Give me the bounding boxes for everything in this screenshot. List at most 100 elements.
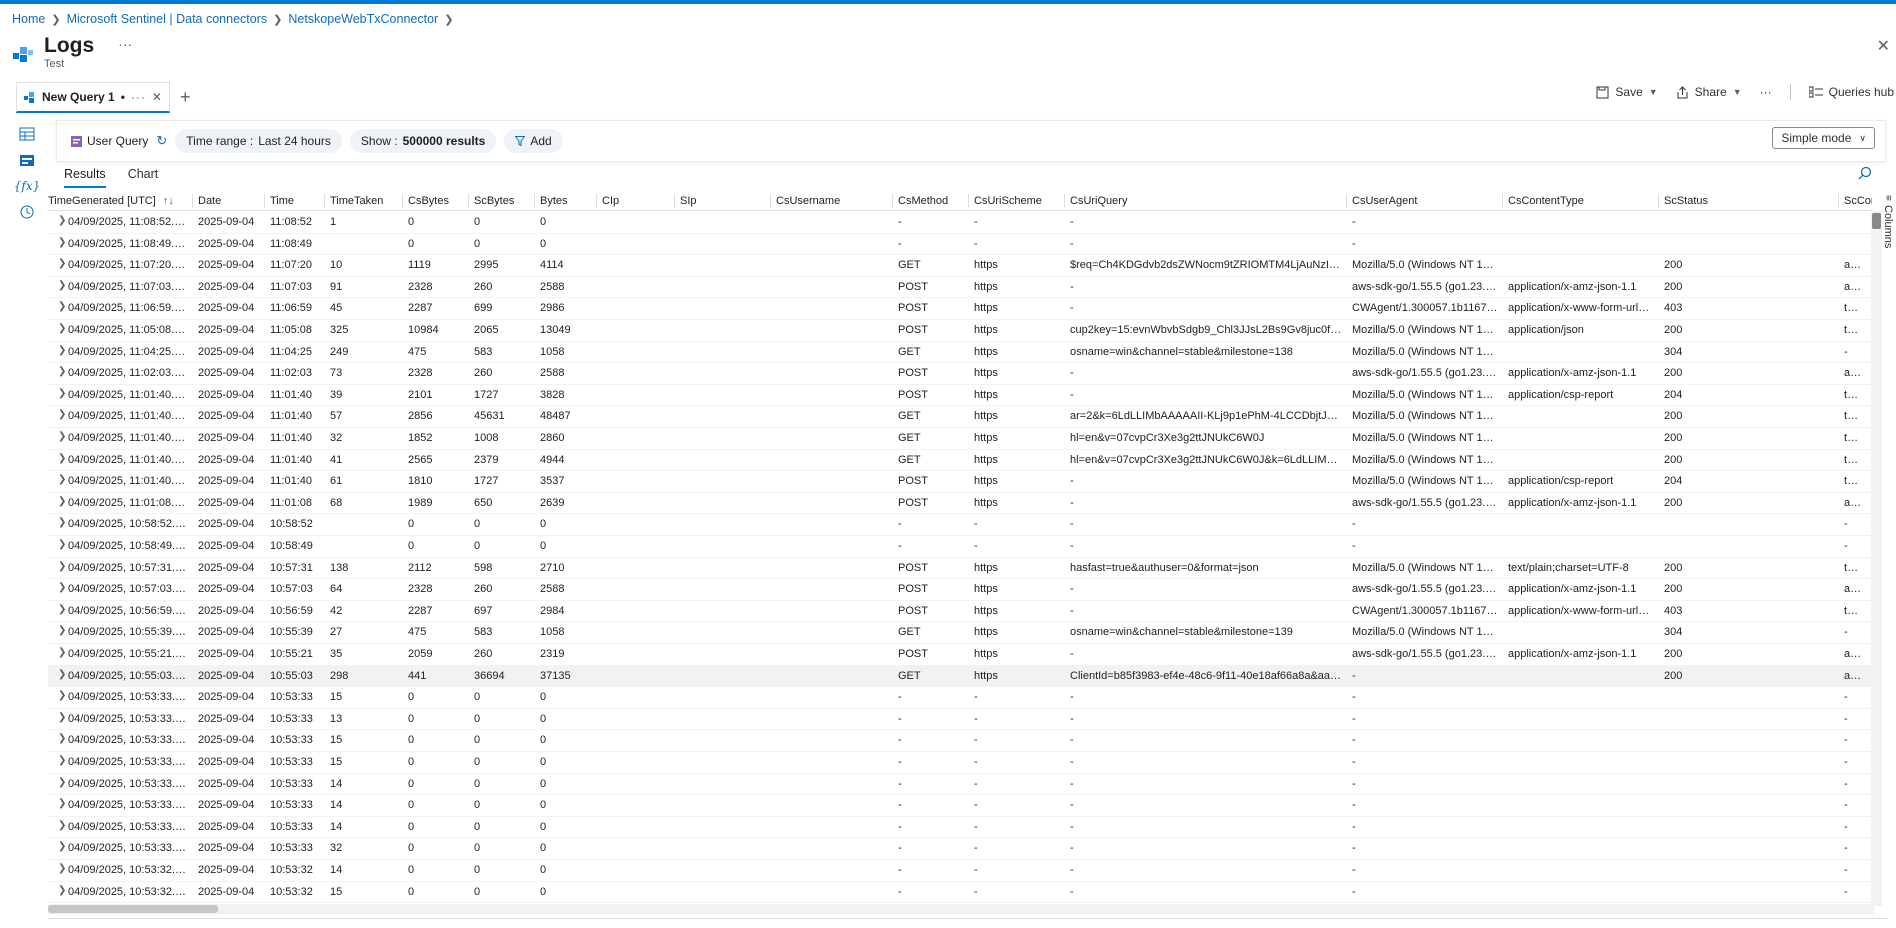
column-separator[interactable] — [770, 194, 771, 208]
expand-row-icon[interactable]: ❯ — [58, 712, 66, 723]
table-row[interactable]: ❯ 04/09/2025, 11:02:03.000 2025-09-04 11:02… — [48, 362, 1872, 385]
table-row[interactable]: ❯ 04/09/2025, 11:01:40.000 2025-09-04 11:01… — [48, 470, 1872, 493]
expand-row-icon[interactable]: ❯ — [58, 409, 66, 420]
column-header[interactable]: CsMethod — [898, 195, 948, 207]
mode-dropdown[interactable]: Simple mode ∨ — [1772, 127, 1875, 149]
expand-row-icon[interactable]: ❯ — [58, 647, 66, 658]
expand-row-icon[interactable]: ❯ — [58, 345, 66, 356]
expand-row-icon[interactable]: ❯ — [58, 496, 66, 507]
tables-icon[interactable] — [18, 126, 36, 142]
expand-row-icon[interactable]: ❯ — [58, 301, 66, 312]
horizontal-scrollbar[interactable] — [48, 904, 1874, 914]
expand-row-icon[interactable]: ❯ — [58, 280, 66, 291]
table-row[interactable]: ❯ 04/09/2025, 10:58:52.000 2025-09-04 10:58… — [48, 513, 1872, 536]
tab-chart[interactable]: Chart — [128, 167, 159, 188]
column-header[interactable]: Bytes — [540, 195, 568, 207]
table-row[interactable]: ❯ 04/09/2025, 10:53:33.000 2025-09-04 10:53… — [48, 816, 1872, 839]
column-header[interactable]: Date — [198, 195, 221, 207]
column-header[interactable]: CsUserAgent — [1352, 195, 1417, 207]
table-row[interactable]: ❯ 04/09/2025, 11:01:40.000 2025-09-04 11:01… — [48, 427, 1872, 450]
page-more-button[interactable]: ··· — [118, 36, 132, 52]
table-row[interactable]: ❯ 04/09/2025, 11:01:40.000 2025-09-04 11:01… — [48, 384, 1872, 407]
expand-row-icon[interactable]: ❯ — [58, 258, 66, 269]
table-row[interactable]: ❯ 04/09/2025, 11:06:59.000 2025-09-04 11:06… — [48, 297, 1872, 320]
column-separator[interactable] — [674, 194, 675, 208]
column-separator[interactable] — [1346, 194, 1347, 208]
table-row[interactable]: ❯ 04/09/2025, 10:53:33.000 2025-09-04 10:53… — [48, 837, 1872, 860]
tab-results[interactable]: Results — [64, 167, 106, 188]
column-separator[interactable] — [596, 194, 597, 208]
table-row[interactable]: ❯ 04/09/2025, 11:08:52.000 2025-09-04 11:08… — [48, 211, 1872, 234]
table-row[interactable]: ❯ 04/09/2025, 10:53:33.000 2025-09-04 10:53… — [48, 729, 1872, 752]
queries-hub-button[interactable]: Queries hub — [1808, 85, 1894, 99]
expand-row-icon[interactable]: ❯ — [58, 215, 66, 226]
expand-row-icon[interactable]: ❯ — [58, 755, 66, 766]
table-row[interactable]: ❯ 04/09/2025, 11:01:40.000 2025-09-04 11:01… — [48, 405, 1872, 428]
expand-row-icon[interactable]: ❯ — [58, 841, 66, 852]
queries-icon[interactable] — [18, 152, 36, 168]
expand-row-icon[interactable]: ❯ — [58, 539, 66, 550]
expand-row-icon[interactable]: ❯ — [58, 625, 66, 636]
column-header[interactable]: ScStatus — [1664, 195, 1708, 207]
table-row[interactable]: ❯ 04/09/2025, 10:53:33.000 2025-09-04 10:53… — [48, 686, 1872, 709]
expand-row-icon[interactable]: ❯ — [58, 690, 66, 701]
expand-row-icon[interactable]: ❯ — [58, 604, 66, 615]
column-header[interactable]: TimeTaken — [330, 195, 383, 207]
vertical-scrollbar[interactable] — [1871, 211, 1882, 906]
columns-panel-toggle[interactable]: ≡ Columns — [1882, 195, 1894, 248]
column-separator[interactable] — [534, 194, 535, 208]
column-separator[interactable] — [892, 194, 893, 208]
save-button[interactable]: Save ▼ — [1596, 85, 1658, 99]
table-row[interactable]: ❯ 04/09/2025, 10:55:03.000 2025-09-04 10:55… — [48, 664, 1872, 688]
column-header[interactable]: CsBytes — [408, 195, 449, 207]
sort-ascending-icon[interactable]: ↑↓ — [160, 195, 174, 207]
search-icon[interactable] — [1858, 166, 1872, 180]
scrollbar-thumb[interactable] — [1872, 213, 1881, 229]
column-header[interactable]: CsUsername — [776, 195, 840, 207]
column-separator[interactable] — [468, 194, 469, 208]
expand-row-icon[interactable]: ❯ — [58, 431, 66, 442]
time-range-pill[interactable]: Time range : Last 24 hours — [175, 129, 342, 153]
table-row[interactable]: ❯ 04/09/2025, 10:53:33.000 2025-09-04 10:53… — [48, 794, 1872, 817]
column-separator[interactable] — [264, 194, 265, 208]
add-filter-button[interactable]: Add — [504, 129, 563, 153]
table-row[interactable]: ❯ 04/09/2025, 10:53:32.000 2025-09-04 10:53… — [48, 881, 1872, 904]
functions-icon[interactable]: {fx} — [14, 178, 40, 194]
column-separator[interactable] — [402, 194, 403, 208]
column-header[interactable]: ScBytes — [474, 195, 514, 207]
table-row[interactable]: ❯ 04/09/2025, 10:56:59.000 2025-09-04 10:56… — [48, 600, 1872, 623]
table-row[interactable]: ❯ 04/09/2025, 10:55:39.000 2025-09-04 10:55… — [48, 621, 1872, 644]
table-row[interactable]: ❯ 04/09/2025, 11:04:25.000 2025-09-04 11:04… — [48, 341, 1872, 364]
expand-row-icon[interactable]: ❯ — [58, 582, 66, 593]
user-query-selector[interactable]: User Query — [71, 134, 148, 148]
breadcrumb-connector[interactable]: NetskopeWebTxConnector — [288, 12, 438, 26]
breadcrumb-home[interactable]: Home — [12, 12, 45, 26]
table-row[interactable]: ❯ 04/09/2025, 11:05:08.000 2025-09-04 11:05… — [48, 319, 1872, 342]
column-separator[interactable] — [1658, 194, 1659, 208]
expand-row-icon[interactable]: ❯ — [58, 777, 66, 788]
column-separator[interactable] — [324, 194, 325, 208]
expand-row-icon[interactable]: ❯ — [58, 885, 66, 896]
table-row[interactable]: ❯ 04/09/2025, 10:57:03.000 2025-09-04 10:57… — [48, 578, 1872, 601]
tab-new-query-1[interactable]: New Query 1 • ··· ✕ — [16, 81, 170, 113]
expand-row-icon[interactable]: ❯ — [58, 453, 66, 464]
expand-row-icon[interactable]: ❯ — [58, 517, 66, 528]
column-separator[interactable] — [1064, 194, 1065, 208]
close-icon[interactable]: ✕ — [1877, 36, 1890, 56]
expand-row-icon[interactable]: ❯ — [58, 733, 66, 744]
column-separator[interactable] — [968, 194, 969, 208]
expand-row-icon[interactable]: ❯ — [58, 323, 66, 334]
table-row[interactable]: ❯ 04/09/2025, 10:57:31.000 2025-09-04 10:57… — [48, 557, 1872, 580]
share-button[interactable]: Share ▼ — [1676, 85, 1742, 99]
column-header[interactable]: CsUriQuery — [1070, 195, 1127, 207]
history-icon[interactable] — [18, 204, 36, 220]
expand-row-icon[interactable]: ❯ — [58, 237, 66, 248]
table-row[interactable]: ❯ 04/09/2025, 11:08:49.000 2025-09-04 11:08… — [48, 233, 1872, 256]
table-row[interactable]: ❯ 04/09/2025, 11:01:40.000 2025-09-04 11:01… — [48, 449, 1872, 472]
table-row[interactable]: ❯ 04/09/2025, 10:53:33.000 2025-09-04 10:53… — [48, 773, 1872, 796]
table-row[interactable]: ❯ 04/09/2025, 10:53:33.000 2025-09-04 10:53… — [48, 708, 1872, 731]
expand-row-icon[interactable]: ❯ — [58, 863, 66, 874]
expand-row-icon[interactable]: ❯ — [58, 820, 66, 831]
column-header[interactable]: SIp — [680, 195, 697, 207]
column-separator[interactable] — [1838, 194, 1839, 208]
